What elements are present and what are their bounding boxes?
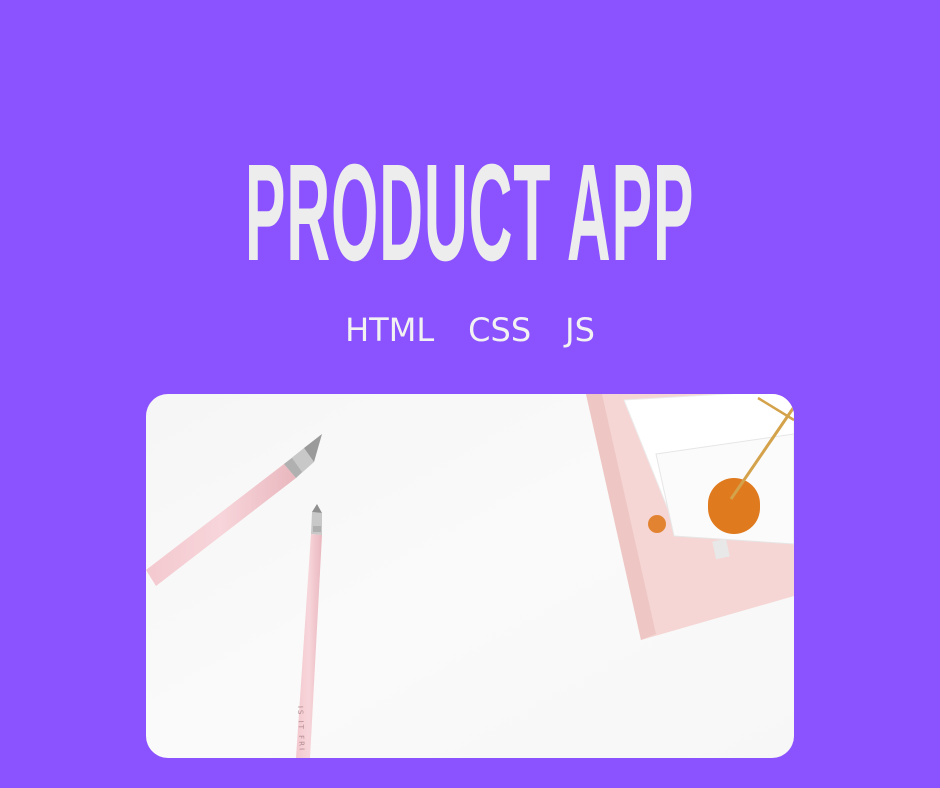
pencil-imprint: IS IT FRI	[296, 706, 306, 753]
banner: PRODUCT APP HTML CSS JS IS IT FRI	[0, 0, 940, 788]
tag-html: HTML	[345, 311, 435, 349]
title-text: PRODUCT APP	[245, 136, 695, 290]
desk-photo-illustration: IS IT FRI	[146, 394, 794, 758]
tag-css: CSS	[468, 311, 532, 349]
tag-js: JS	[565, 311, 595, 349]
hero-photo: IS IT FRI	[146, 394, 794, 758]
page-title: PRODUCT APP	[0, 138, 940, 288]
tech-tags: HTML CSS JS	[0, 308, 940, 352]
